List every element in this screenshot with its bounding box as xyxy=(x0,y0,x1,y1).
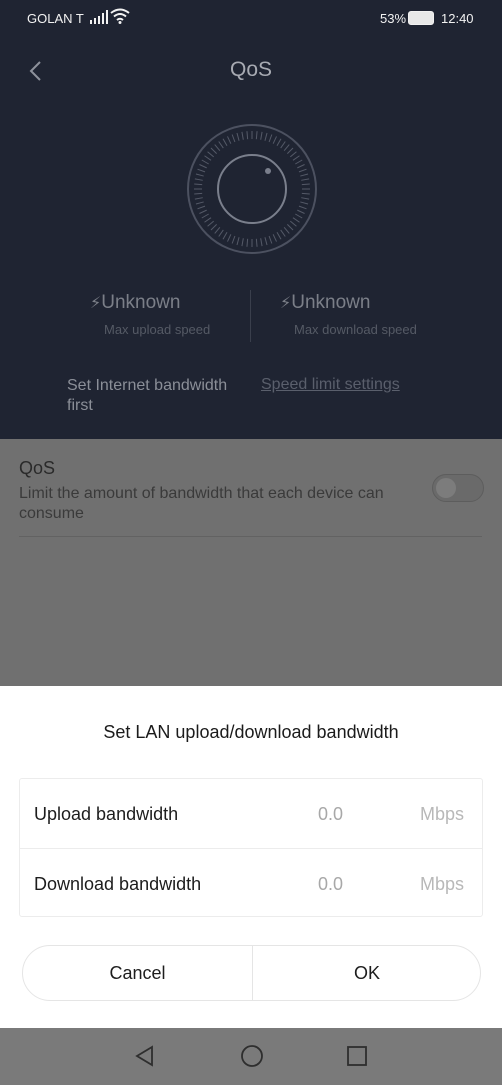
dialog-title: Set LAN upload/download bandwidth xyxy=(103,722,399,742)
bandwidth-fields: Upload bandwidth 0.0 Mbps Download bandw… xyxy=(19,778,483,917)
page-title: QoS xyxy=(229,58,273,81)
qos-setting-title: QoS xyxy=(19,458,56,478)
dialog-buttons: Cancel OK xyxy=(22,945,481,1001)
divider xyxy=(19,536,482,537)
signal-icon xyxy=(90,10,108,24)
download-bandwidth-label: Download bandwidth xyxy=(34,874,202,894)
lightning-icon: ⚡ xyxy=(90,295,102,312)
circle-home-icon[interactable] xyxy=(240,1044,264,1068)
cancel-button[interactable]: Cancel xyxy=(23,946,252,1000)
upload-bandwidth-input[interactable]: 0.0 xyxy=(318,804,343,825)
divider xyxy=(250,290,251,342)
upload-bandwidth-label: Upload bandwidth xyxy=(34,804,179,824)
carrier-name: GOLAN T xyxy=(27,11,84,26)
upload-bandwidth-row[interactable]: Upload bandwidth 0.0 Mbps xyxy=(20,779,482,848)
qos-setting-description: Limit the amount of bandwidth that each … xyxy=(19,485,384,522)
download-bandwidth-input[interactable]: 0.0 xyxy=(318,874,343,895)
upload-speed-label: Max upload speed xyxy=(104,322,211,337)
upload-speed-value: ⚡Unknown xyxy=(90,292,181,313)
download-speed-value: ⚡Unknown xyxy=(280,292,371,313)
wifi-icon xyxy=(110,8,130,27)
download-speed: ⚡Unknown Max download speed xyxy=(280,292,417,337)
upload-bandwidth-unit: Mbps xyxy=(420,804,465,824)
lightning-icon: ⚡ xyxy=(280,295,292,312)
battery-icon xyxy=(408,11,434,25)
download-bandwidth-row[interactable]: Download bandwidth 0.0 Mbps xyxy=(20,848,482,917)
toggle-knob xyxy=(436,478,456,498)
bandwidth-dialog: Set LAN upload/download bandwidth Upload… xyxy=(0,686,502,1028)
triangle-back-icon[interactable] xyxy=(133,1044,157,1068)
download-speed-label: Max download speed xyxy=(294,322,417,337)
ok-button[interactable]: OK xyxy=(252,946,481,1000)
clock: 12:40 xyxy=(441,11,474,26)
speed-dial-icon xyxy=(186,123,318,255)
bandwidth-hint: Set Internet bandwidth first xyxy=(67,377,228,414)
square-recent-icon[interactable] xyxy=(345,1044,369,1068)
battery-percentage: 53% xyxy=(380,11,407,26)
qos-toggle[interactable] xyxy=(432,474,484,502)
download-bandwidth-unit: Mbps xyxy=(420,874,465,894)
system-nav-bar xyxy=(0,1028,502,1085)
upload-speed: ⚡Unknown Max upload speed xyxy=(90,292,210,337)
status-bar: GOLAN T 53% 12:40 xyxy=(0,0,502,38)
speed-limit-settings-link[interactable]: Speed limit settings xyxy=(261,376,400,394)
